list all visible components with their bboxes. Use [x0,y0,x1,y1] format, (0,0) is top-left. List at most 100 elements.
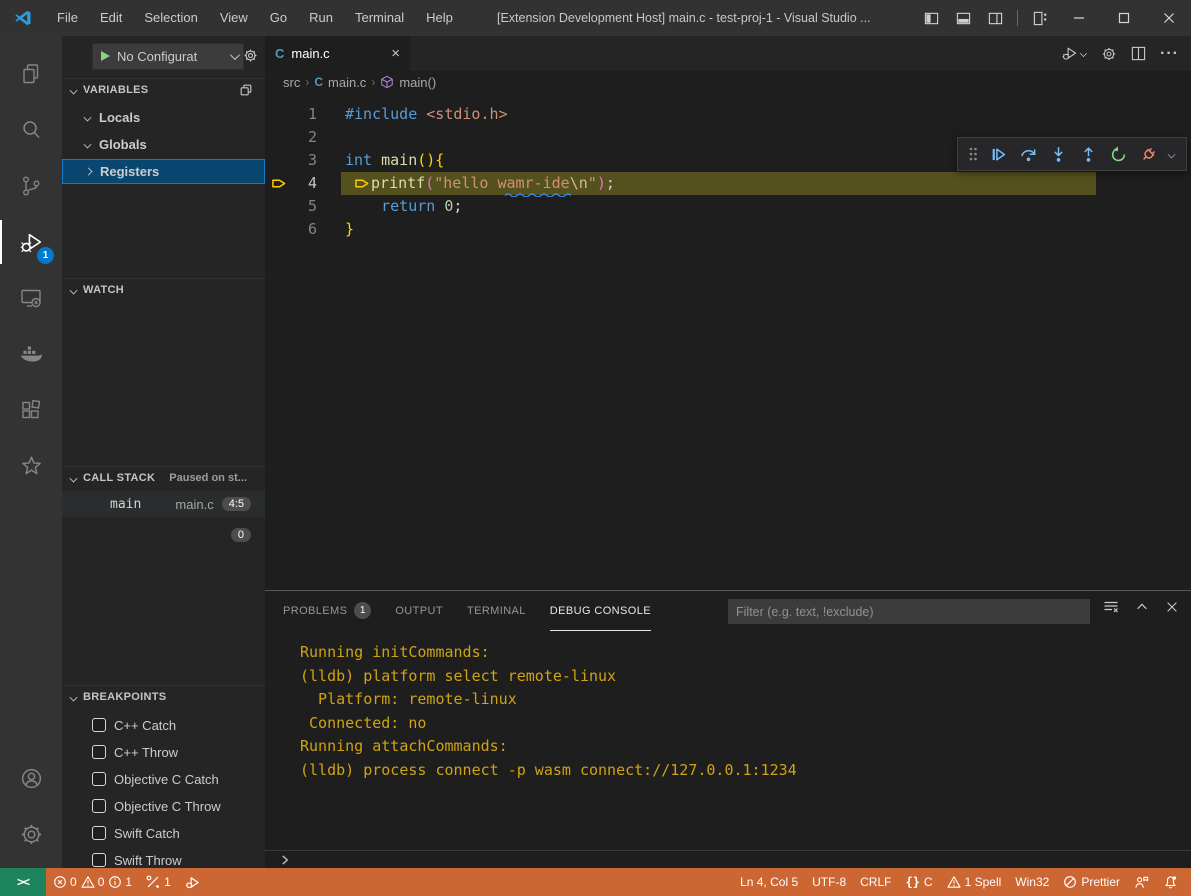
tools-status[interactable]: 1 [139,868,178,896]
variables-scope-globals[interactable]: Globals [62,132,265,157]
step-out-button[interactable] [1074,140,1102,168]
cursor-position[interactable]: Ln 4, Col 5 [733,868,805,896]
continue-button[interactable] [984,140,1012,168]
panel-tab-problems[interactable]: PROBLEMS1 [283,591,371,631]
breadcrumb-symbol[interactable]: main() [399,75,436,90]
variables-scope-registers[interactable]: Registers [62,159,265,184]
more-actions-button[interactable]: ··· [1160,45,1179,63]
menu-file[interactable]: File [46,0,89,36]
collapse-all-icon[interactable] [239,83,253,97]
watch-section-header[interactable]: WATCH [62,278,265,301]
breakpoint-row[interactable]: Swift Catch [62,820,265,846]
code-area[interactable]: 1#include <stdio.h>23int main(){4 printf… [265,93,1191,590]
checkbox-unchecked[interactable] [92,826,106,840]
checkbox-unchecked[interactable] [92,799,106,813]
close-button[interactable] [1146,0,1191,36]
checkbox-unchecked[interactable] [92,772,106,786]
breakpoint-row[interactable]: Objective C Catch [62,766,265,792]
problems-status[interactable]: 0 0 1 [46,868,139,896]
breadcrumb-file[interactable]: main.c [328,75,366,90]
toggle-secondary-sidebar-icon[interactable] [979,0,1011,36]
glyph-margin[interactable] [265,195,287,218]
breadcrumb-src[interactable]: src [283,75,300,90]
variables-scope-locals[interactable]: Locals [62,105,265,130]
drag-grip-icon[interactable] [964,140,982,168]
sidebar-item-extensions[interactable] [0,382,62,438]
code-line[interactable]: 4 printf("hello wamr-ide\n"); [265,172,1191,195]
glyph-margin[interactable] [265,218,287,241]
checkbox-unchecked[interactable] [92,853,106,867]
checkbox-unchecked[interactable] [92,745,106,759]
code-line[interactable]: 6} [265,218,1191,241]
breakpoint-row[interactable]: C++ Throw [62,739,265,765]
menu-help[interactable]: Help [415,0,464,36]
glyph-margin[interactable] [265,126,287,149]
sidebar-item-search[interactable] [0,102,62,158]
feedback-button[interactable] [1127,868,1156,896]
platform-indicator[interactable]: Win32 [1008,868,1056,896]
remote-indicator[interactable]: >< [0,868,46,896]
code-line[interactable]: 5 return 0; [265,195,1191,218]
close-panel-icon[interactable] [1165,600,1179,614]
console-filter-input[interactable] [728,599,1090,624]
checkbox-unchecked[interactable] [92,718,106,732]
thread-row[interactable]: 0 [62,523,265,547]
menu-terminal[interactable]: Terminal [344,0,415,36]
panel-tab-output[interactable]: OUTPUT [395,591,443,631]
menu-go[interactable]: Go [259,0,298,36]
step-over-button[interactable] [1014,140,1042,168]
code-line[interactable]: 1#include <stdio.h> [265,103,1191,126]
tab-close-icon[interactable]: × [391,45,400,62]
debug-console-prompt[interactable] [265,850,1191,869]
menu-selection[interactable]: Selection [133,0,208,36]
sidebar-item-star[interactable] [0,438,62,494]
glyph-margin[interactable] [265,149,287,172]
customize-layout-icon[interactable] [1024,0,1056,36]
maximize-button[interactable] [1101,0,1146,36]
breakpoints-section-header[interactable]: BREAKPOINTS [62,685,265,708]
minimize-button[interactable] [1056,0,1101,36]
maximize-panel-icon[interactable] [1135,600,1149,614]
toggle-primary-sidebar-icon[interactable] [915,0,947,36]
restart-button[interactable] [1104,140,1132,168]
encoding-indicator[interactable]: UTF-8 [805,868,853,896]
sidebar-item-source-control[interactable] [0,158,62,214]
run-or-debug-button[interactable] [1061,45,1087,62]
debug-config-dropdown[interactable]: No Configurat [92,43,244,70]
menu-edit[interactable]: Edit [89,0,133,36]
menu-view[interactable]: View [209,0,259,36]
current-frame-arrow-icon[interactable] [265,172,287,195]
clear-console-icon[interactable] [1103,599,1119,615]
debug-toolbar[interactable] [957,137,1187,171]
editor-gear-button[interactable] [1101,46,1117,62]
debug-status[interactable] [178,868,207,896]
language-indicator[interactable]: {} C [898,868,939,896]
toggle-panel-icon[interactable] [947,0,979,36]
notifications-button[interactable] [1156,868,1185,896]
launch-config-gear-icon[interactable] [243,48,258,63]
sidebar-item-run-and-debug[interactable]: 1 [0,214,62,270]
chevron-down-icon[interactable] [1164,151,1178,158]
tab-main-c[interactable]: C main.c × [265,36,410,71]
start-debug-icon[interactable] [99,50,111,62]
spell-status[interactable]: 1 Spell [940,868,1009,896]
sidebar-item-remote-explorer[interactable] [0,270,62,326]
panel-tab-terminal[interactable]: TERMINAL [467,591,526,631]
inline-breakpoint-icon[interactable] [354,172,371,195]
step-into-button[interactable] [1044,140,1072,168]
settings-button[interactable] [0,806,62,862]
call-stack-section-header[interactable]: CALL STACK Paused on st... [62,466,265,489]
sidebar-item-docker[interactable] [0,326,62,382]
menu-run[interactable]: Run [298,0,344,36]
glyph-margin[interactable] [265,103,287,126]
sidebar-item-explorer[interactable] [0,46,62,102]
formatter-status[interactable]: Prettier [1056,868,1127,896]
breakpoint-row[interactable]: Objective C Throw [62,793,265,819]
eol-indicator[interactable]: CRLF [853,868,898,896]
variables-section-header[interactable]: VARIABLES [62,78,265,101]
accounts-button[interactable] [0,750,62,806]
split-editor-button[interactable] [1131,46,1146,61]
breakpoint-row[interactable]: C++ Catch [62,712,265,738]
panel-tab-debug-console[interactable]: DEBUG CONSOLE [550,591,651,631]
disconnect-button[interactable] [1134,140,1162,168]
